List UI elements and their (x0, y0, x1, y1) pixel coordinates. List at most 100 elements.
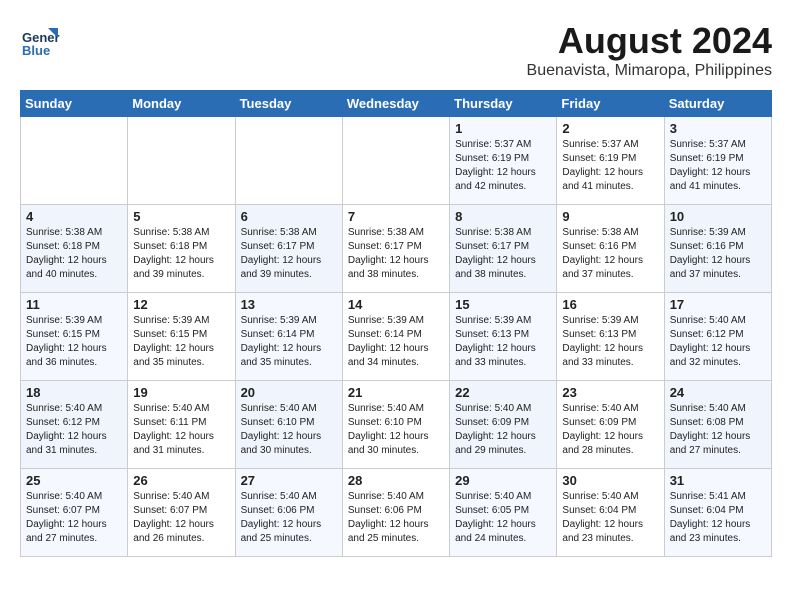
calendar-week-2: 4Sunrise: 5:38 AM Sunset: 6:18 PM Daylig… (21, 205, 772, 293)
day-info: Sunrise: 5:39 AM Sunset: 6:15 PM Dayligh… (133, 314, 229, 370)
day-info: Sunrise: 5:40 AM Sunset: 6:11 PM Dayligh… (133, 402, 229, 458)
day-number: 19 (133, 385, 229, 400)
day-info: Sunrise: 5:38 AM Sunset: 6:17 PM Dayligh… (348, 226, 444, 282)
day-number: 16 (562, 297, 658, 312)
day-number: 17 (670, 297, 766, 312)
calendar-cell: 18 Sunrise: 5:40 AM Sunset: 6:12 PM Dayli… (21, 381, 128, 469)
calendar-body: 1 Sunrise: 5:37 AM Sunset: 6:19 PM Daylig… (21, 117, 772, 557)
day-number: 5 (133, 209, 229, 224)
day-info: Sunrise: 5:40 AM Sunset: 6:07 PM Dayligh… (26, 490, 122, 546)
day-info: Sunrise: 5:40 AM Sunset: 6:08 PM Dayligh… (670, 402, 766, 458)
day-number: 4 (26, 209, 122, 224)
day-info: Sunrise: 5:40 AM Sunset: 6:12 PM Dayligh… (26, 402, 122, 458)
day-number: 1 (455, 121, 551, 136)
calendar-cell: 26 Sunrise: 5:40 AM Sunset: 6:07 PM Dayli… (128, 469, 235, 557)
day-info: Sunrise: 5:39 AM Sunset: 6:13 PM Dayligh… (562, 314, 658, 370)
calendar-cell: 7 Sunrise: 5:38 AM Sunset: 6:17 PM Daylig… (342, 205, 449, 293)
day-number: 14 (348, 297, 444, 312)
day-info: Sunrise: 5:39 AM Sunset: 6:14 PM Dayligh… (348, 314, 444, 370)
day-info: Sunrise: 5:38 AM Sunset: 6:16 PM Dayligh… (562, 226, 658, 282)
day-number: 3 (670, 121, 766, 136)
weekday-header-tuesday: Tuesday (235, 91, 342, 117)
calendar-cell: 4Sunrise: 5:38 AM Sunset: 6:18 PM Daylig… (21, 205, 128, 293)
weekday-header-saturday: Saturday (664, 91, 771, 117)
calendar-cell: 29 Sunrise: 5:40 AM Sunset: 6:05 PM Dayli… (450, 469, 557, 557)
calendar-week-5: 25 Sunrise: 5:40 AM Sunset: 6:07 PM Dayli… (21, 469, 772, 557)
day-number: 28 (348, 473, 444, 488)
calendar-cell: 13 Sunrise: 5:39 AM Sunset: 6:14 PM Dayli… (235, 293, 342, 381)
calendar-cell: 23 Sunrise: 5:40 AM Sunset: 6:09 PM Dayli… (557, 381, 664, 469)
logo: General Blue (20, 20, 64, 60)
calendar-cell: 30Sunrise: 5:40 AM Sunset: 6:04 PM Dayli… (557, 469, 664, 557)
day-number: 12 (133, 297, 229, 312)
calendar-cell (128, 117, 235, 205)
title-block: August 2024 Buenavista, Mimaropa, Philip… (527, 20, 772, 80)
calendar-cell: 16 Sunrise: 5:39 AM Sunset: 6:13 PM Dayli… (557, 293, 664, 381)
day-number: 25 (26, 473, 122, 488)
page-header: General Blue August 2024 Buenavista, Mim… (20, 20, 772, 80)
calendar-cell: 12 Sunrise: 5:39 AM Sunset: 6:15 PM Dayli… (128, 293, 235, 381)
day-number: 8 (455, 209, 551, 224)
calendar-cell: 14 Sunrise: 5:39 AM Sunset: 6:14 PM Dayli… (342, 293, 449, 381)
calendar-cell: 10Sunrise: 5:39 AM Sunset: 6:16 PM Dayli… (664, 205, 771, 293)
calendar-week-3: 11 Sunrise: 5:39 AM Sunset: 6:15 PM Dayli… (21, 293, 772, 381)
day-info: Sunrise: 5:40 AM Sunset: 6:09 PM Dayligh… (562, 402, 658, 458)
weekday-header-wednesday: Wednesday (342, 91, 449, 117)
calendar-cell: 6Sunrise: 5:38 AM Sunset: 6:17 PM Daylig… (235, 205, 342, 293)
day-info: Sunrise: 5:37 AM Sunset: 6:19 PM Dayligh… (562, 138, 658, 194)
day-info: Sunrise: 5:39 AM Sunset: 6:14 PM Dayligh… (241, 314, 337, 370)
day-info: Sunrise: 5:40 AM Sunset: 6:06 PM Dayligh… (348, 490, 444, 546)
day-number: 23 (562, 385, 658, 400)
day-info: Sunrise: 5:40 AM Sunset: 6:07 PM Dayligh… (133, 490, 229, 546)
weekday-header-monday: Monday (128, 91, 235, 117)
day-number: 9 (562, 209, 658, 224)
calendar-cell (342, 117, 449, 205)
day-number: 27 (241, 473, 337, 488)
day-number: 29 (455, 473, 551, 488)
calendar-cell: 28 Sunrise: 5:40 AM Sunset: 6:06 PM Dayli… (342, 469, 449, 557)
day-info: Sunrise: 5:41 AM Sunset: 6:04 PM Dayligh… (670, 490, 766, 546)
day-number: 11 (26, 297, 122, 312)
weekday-header-row: SundayMondayTuesdayWednesdayThursdayFrid… (21, 91, 772, 117)
svg-text:Blue: Blue (22, 43, 50, 58)
day-info: Sunrise: 5:40 AM Sunset: 6:10 PM Dayligh… (241, 402, 337, 458)
day-info: Sunrise: 5:40 AM Sunset: 6:09 PM Dayligh… (455, 402, 551, 458)
weekday-header-thursday: Thursday (450, 91, 557, 117)
day-info: Sunrise: 5:40 AM Sunset: 6:05 PM Dayligh… (455, 490, 551, 546)
day-number: 31 (670, 473, 766, 488)
calendar-week-1: 1 Sunrise: 5:37 AM Sunset: 6:19 PM Daylig… (21, 117, 772, 205)
calendar-cell: 5Sunrise: 5:38 AM Sunset: 6:18 PM Daylig… (128, 205, 235, 293)
day-number: 24 (670, 385, 766, 400)
calendar-cell: 8 Sunrise: 5:38 AM Sunset: 6:17 PM Daylig… (450, 205, 557, 293)
day-number: 18 (26, 385, 122, 400)
day-number: 20 (241, 385, 337, 400)
day-number: 26 (133, 473, 229, 488)
day-info: Sunrise: 5:40 AM Sunset: 6:12 PM Dayligh… (670, 314, 766, 370)
calendar-cell: 21Sunrise: 5:40 AM Sunset: 6:10 PM Dayli… (342, 381, 449, 469)
weekday-header-sunday: Sunday (21, 91, 128, 117)
day-number: 10 (670, 209, 766, 224)
day-info: Sunrise: 5:39 AM Sunset: 6:13 PM Dayligh… (455, 314, 551, 370)
day-number: 21 (348, 385, 444, 400)
calendar-cell: 17 Sunrise: 5:40 AM Sunset: 6:12 PM Dayli… (664, 293, 771, 381)
calendar-cell: 11Sunrise: 5:39 AM Sunset: 6:15 PM Dayli… (21, 293, 128, 381)
calendar-cell: 20 Sunrise: 5:40 AM Sunset: 6:10 PM Dayli… (235, 381, 342, 469)
day-number: 2 (562, 121, 658, 136)
day-info: Sunrise: 5:40 AM Sunset: 6:06 PM Dayligh… (241, 490, 337, 546)
day-number: 6 (241, 209, 337, 224)
day-number: 30 (562, 473, 658, 488)
day-number: 15 (455, 297, 551, 312)
month-title: August 2024 (527, 20, 772, 62)
location: Buenavista, Mimaropa, Philippines (527, 62, 772, 80)
day-number: 13 (241, 297, 337, 312)
day-info: Sunrise: 5:38 AM Sunset: 6:17 PM Dayligh… (455, 226, 551, 282)
calendar-cell: 9 Sunrise: 5:38 AM Sunset: 6:16 PM Daylig… (557, 205, 664, 293)
day-number: 7 (348, 209, 444, 224)
calendar-cell: 25 Sunrise: 5:40 AM Sunset: 6:07 PM Dayli… (21, 469, 128, 557)
calendar-cell (21, 117, 128, 205)
day-number: 22 (455, 385, 551, 400)
calendar-cell: 27 Sunrise: 5:40 AM Sunset: 6:06 PM Dayli… (235, 469, 342, 557)
calendar-cell: 19 Sunrise: 5:40 AM Sunset: 6:11 PM Dayli… (128, 381, 235, 469)
calendar-cell: 2 Sunrise: 5:37 AM Sunset: 6:19 PM Daylig… (557, 117, 664, 205)
day-info: Sunrise: 5:37 AM Sunset: 6:19 PM Dayligh… (670, 138, 766, 194)
